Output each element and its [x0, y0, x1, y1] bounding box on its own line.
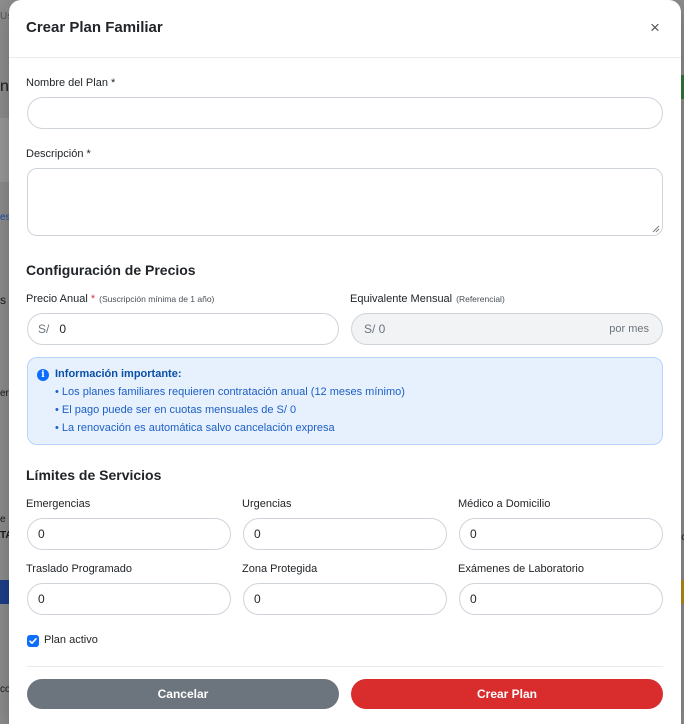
required-mark: * [111, 77, 116, 89]
annual-price-hint: (Suscripción mínima de 1 año) [99, 294, 215, 304]
annual-price-input[interactable]: S/ 0 [27, 313, 339, 345]
monthly-equivalent-value: S/ 0 [364, 322, 386, 336]
background-fragment: n [0, 78, 9, 95]
required-mark: * [90, 293, 96, 305]
examenes-laboratorio-value: 0 [470, 592, 477, 606]
monthly-suffix: por mes [609, 323, 649, 335]
medico-domicilio-input[interactable]: 0 [459, 518, 663, 550]
cancel-button[interactable]: Cancelar [27, 679, 339, 709]
limits-section-title: Límites de Servicios [26, 467, 162, 483]
description-label-text: Descripción [26, 148, 84, 160]
monthly-equivalent-label-text: Equivalente Mensual [350, 293, 453, 305]
examenes-laboratorio-input[interactable]: 0 [459, 583, 663, 615]
limit-label-medico-domicilio: Médico a Domicilio [458, 498, 551, 510]
plan-active-label[interactable]: Plan activo [44, 634, 98, 646]
footer-divider [27, 666, 663, 667]
close-icon[interactable]: × [647, 19, 663, 37]
plan-name-input[interactable] [27, 97, 663, 129]
modal-title: Crear Plan Familiar [26, 19, 163, 36]
checkmark-icon [29, 637, 37, 644]
description-label: Descripción * [26, 148, 91, 160]
zona-protegida-value: 0 [254, 592, 261, 606]
monthly-equivalent-field: S/ 0 por mes [351, 313, 663, 345]
limit-label-urgencias: Urgencias [242, 498, 292, 510]
limit-label-examenes-laboratorio: Exámenes de Laboratorio [458, 563, 584, 575]
pricing-section-title: Configuración de Precios [26, 262, 196, 278]
plan-name-label-text: Nombre del Plan [26, 77, 108, 89]
description-textarea[interactable] [27, 168, 663, 236]
urgencias-value: 0 [254, 527, 261, 541]
monthly-equivalent-label: Equivalente Mensual (Referencial) [350, 293, 505, 305]
info-title: Información importante: [55, 368, 182, 380]
medico-domicilio-value: 0 [470, 527, 477, 541]
annual-price-label-text: Precio Anual [26, 293, 88, 305]
info-item: • Los planes familiares requieren contra… [55, 386, 405, 398]
info-icon: i [37, 369, 49, 381]
info-item: • El pago puede ser en cuotas mensuales … [55, 404, 297, 416]
emergencias-value: 0 [38, 527, 45, 541]
limit-label-traslado-programado: Traslado Programado [26, 563, 132, 575]
urgencias-input[interactable]: 0 [243, 518, 447, 550]
currency-prefix: S/ [38, 322, 50, 336]
background-fragment: e [0, 514, 6, 525]
info-alert: i Información importante: • Los planes f… [27, 357, 663, 445]
monthly-equivalent-hint: (Referencial) [456, 294, 505, 304]
background-button-left [0, 580, 9, 604]
info-item: • La renovación es automática salvo canc… [55, 422, 335, 434]
traslado-programado-value: 0 [38, 592, 45, 606]
plan-active-checkbox[interactable] [27, 635, 39, 647]
plan-name-label: Nombre del Plan * [26, 77, 115, 89]
zona-protegida-input[interactable]: 0 [243, 583, 447, 615]
modal-header: Crear Plan Familiar × [9, 0, 681, 58]
background-card-left [0, 118, 9, 182]
annual-price-label: Precio Anual * (Suscripción mínima de 1 a… [26, 293, 214, 305]
emergencias-input[interactable]: 0 [27, 518, 231, 550]
background-fragment: er [0, 388, 9, 399]
resize-grip-icon[interactable] [652, 225, 660, 233]
limit-label-zona-protegida: Zona Protegida [242, 563, 318, 575]
traslado-programado-input[interactable]: 0 [27, 583, 231, 615]
create-plan-modal: Crear Plan Familiar × Nombre del Plan * … [9, 0, 681, 724]
limit-label-emergencias: Emergencias [26, 498, 91, 510]
required-mark: * [86, 148, 91, 160]
annual-price-value: 0 [59, 322, 67, 336]
create-plan-button[interactable]: Crear Plan [351, 679, 663, 709]
